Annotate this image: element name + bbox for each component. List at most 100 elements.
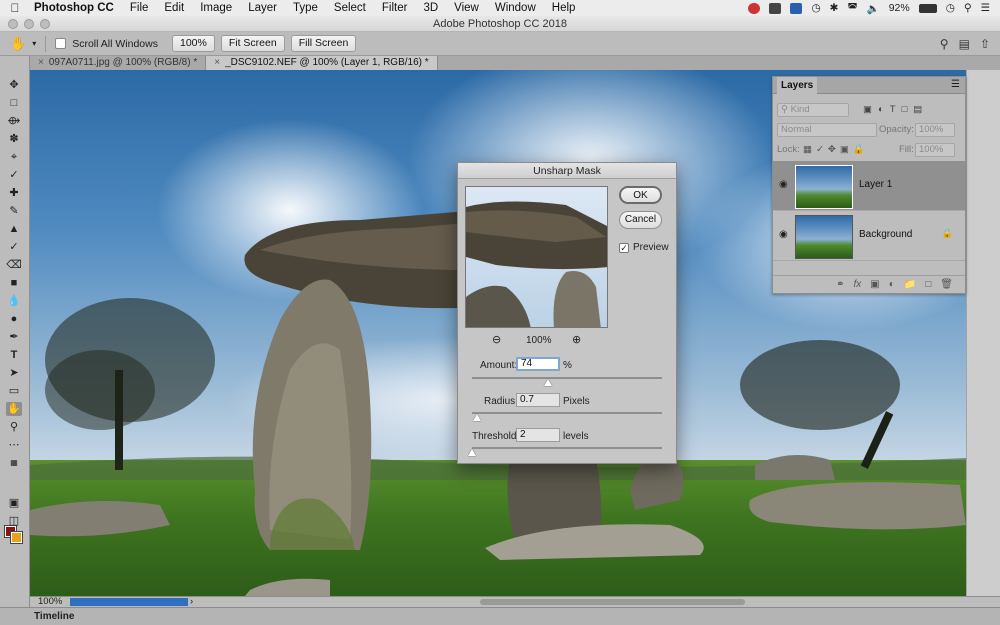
close-window-button[interactable]	[8, 19, 18, 29]
layer-row-layer-1[interactable]: ◉ Layer 1	[773, 161, 965, 211]
new-group-icon[interactable]: 📁	[904, 279, 916, 290]
lock-icons[interactable]: ▦✓✥▣🔒	[803, 142, 869, 158]
fit-screen-button[interactable]: Fit Screen	[220, 35, 285, 52]
drive-icon[interactable]	[769, 2, 782, 14]
battery-icon[interactable]	[918, 3, 937, 13]
zoom-tool-icon[interactable]: ⚲	[6, 420, 22, 434]
cancel-button[interactable]: Cancel	[619, 211, 662, 229]
hand-tool-icon[interactable]: ✋	[6, 402, 22, 416]
radius-slider-track[interactable]	[472, 412, 662, 414]
blend-mode-select[interactable]: Normal	[777, 123, 877, 137]
move-tool-icon[interactable]: ✥	[6, 78, 22, 92]
fill-input[interactable]: 100%	[915, 143, 955, 157]
type-tool-icon[interactable]: T	[6, 348, 22, 362]
amount-slider-track[interactable]	[472, 377, 662, 379]
opacity-input[interactable]: 100%	[915, 123, 955, 137]
adjustment-layer-icon[interactable]: ◐	[889, 279, 895, 290]
menu-file[interactable]: File	[122, 2, 157, 14]
vertical-scrollbar[interactable]	[966, 70, 1000, 596]
amount-slider-thumb[interactable]	[544, 379, 552, 386]
more-tools-icon[interactable]: ⋯	[6, 438, 22, 452]
amount-input[interactable]: 74	[516, 357, 560, 371]
menu-layer[interactable]: Layer	[240, 2, 285, 14]
close-tab-icon[interactable]: ×	[214, 57, 220, 68]
clock-icon[interactable]: ◷	[946, 2, 955, 14]
shape-tool-icon[interactable]: ▭	[6, 384, 22, 398]
document-tab-1[interactable]: × 097A0711.jpg @ 100% (RGB/8) *	[30, 56, 207, 70]
menu-edit[interactable]: Edit	[156, 2, 192, 14]
search-icon[interactable]: ⚲	[940, 37, 949, 51]
fill-screen-button[interactable]: Fill Screen	[290, 35, 357, 52]
filter-preview[interactable]	[465, 186, 608, 328]
layer-filter-kind[interactable]: ⚲ Kind	[777, 103, 849, 117]
lasso-tool-icon[interactable]: ⟴	[6, 114, 22, 128]
eyedropper-tool-icon[interactable]: ✓	[6, 168, 22, 182]
radius-slider-thumb[interactable]	[473, 414, 481, 421]
layers-panel-title[interactable]: Layers	[777, 77, 818, 94]
menu-filter[interactable]: Filter	[374, 2, 416, 14]
zoom-window-button[interactable]	[40, 19, 50, 29]
threshold-input[interactable]: 2	[516, 428, 560, 442]
share-icon[interactable]: ⇧	[980, 37, 990, 51]
notifications-icon[interactable]: ☰	[981, 2, 990, 14]
time-machine-icon[interactable]: ◷	[811, 2, 820, 14]
delete-layer-icon[interactable]: 🗑	[940, 279, 953, 290]
fx-icon[interactable]: fx	[854, 279, 862, 290]
add-mask-icon[interactable]: ▣	[870, 279, 879, 290]
threshold-slider-track[interactable]	[472, 447, 662, 449]
bluetooth-icon[interactable]: ✱	[830, 2, 839, 14]
shield-icon[interactable]	[790, 2, 803, 14]
layer-row-background[interactable]: ◉ Background 🔒	[773, 211, 965, 261]
brush-tool-icon[interactable]: ✎	[6, 204, 22, 218]
search-icon[interactable]: ⚲	[964, 2, 972, 14]
path-selection-tool-icon[interactable]: ➤	[6, 366, 22, 380]
menu-type[interactable]: Type	[285, 2, 326, 14]
visibility-eye-icon[interactable]: ◉	[779, 179, 788, 190]
status-zoom-level[interactable]: 100%	[38, 597, 62, 607]
history-brush-tool-icon[interactable]: ✓	[6, 240, 22, 254]
menu-help[interactable]: Help	[544, 2, 584, 14]
close-tab-icon[interactable]: ×	[38, 57, 44, 68]
visibility-eye-icon[interactable]: ◉	[779, 229, 788, 240]
ok-button[interactable]: OK	[619, 186, 662, 204]
blur-tool-icon[interactable]: 💧	[6, 294, 22, 308]
apple-menu-icon[interactable]: 	[0, 1, 30, 15]
creative-cloud-icon[interactable]	[748, 2, 761, 14]
preview-checkbox[interactable]: ✓	[619, 243, 629, 253]
quick-mask-icon[interactable]: ▣	[6, 496, 22, 510]
minimize-window-button[interactable]	[24, 19, 34, 29]
zoom-100-button[interactable]: 100%	[171, 35, 215, 52]
zoom-out-icon[interactable]: ⊖	[492, 333, 501, 346]
status-arrow-icon[interactable]: ›	[190, 597, 193, 607]
marquee-tool-icon[interactable]: □	[6, 96, 22, 110]
menu-3d[interactable]: 3D	[415, 2, 446, 14]
default-colors-icon[interactable]: ▦	[6, 456, 22, 470]
document-tab-2[interactable]: × _DSC9102.NEF @ 100% (Layer 1, RGB/16) *	[206, 56, 438, 70]
menu-view[interactable]: View	[446, 2, 487, 14]
crop-tool-icon[interactable]: ⌖	[6, 150, 22, 164]
zoom-in-icon[interactable]: ⊕	[572, 333, 581, 346]
chevron-down-icon[interactable]: ▾	[32, 39, 36, 48]
healing-brush-tool-icon[interactable]: ✚	[6, 186, 22, 200]
timeline-panel-tab[interactable]: Timeline	[0, 607, 1000, 625]
radius-input[interactable]: 0.7	[516, 393, 560, 407]
link-layers-icon[interactable]: ⚭	[836, 279, 844, 290]
eraser-tool-icon[interactable]: ⌫	[6, 258, 22, 272]
quick-select-tool-icon[interactable]: ✽	[6, 132, 22, 146]
menu-app-name[interactable]: Photoshop CC	[30, 2, 122, 14]
pen-tool-icon[interactable]: ✒	[6, 330, 22, 344]
menu-image[interactable]: Image	[192, 2, 240, 14]
filter-icons[interactable]: ▣◐T□▤	[863, 102, 928, 118]
clone-stamp-tool-icon[interactable]: ▲	[6, 222, 22, 236]
wifi-icon[interactable]: ◚	[847, 2, 857, 14]
scroll-all-windows-checkbox[interactable]	[55, 38, 67, 49]
threshold-slider-thumb[interactable]	[468, 449, 476, 456]
screen-mode-icon[interactable]: ◫	[6, 514, 22, 528]
hand-tool-icon[interactable]: ✋	[10, 36, 26, 52]
menu-select[interactable]: Select	[326, 2, 374, 14]
volume-icon[interactable]: 🔈	[867, 2, 880, 15]
background-color-swatch[interactable]	[10, 531, 23, 544]
new-layer-icon[interactable]: □	[925, 279, 931, 290]
panel-menu-icon[interactable]: ☰	[951, 79, 960, 90]
horizontal-scrollbar-thumb[interactable]	[480, 599, 745, 605]
